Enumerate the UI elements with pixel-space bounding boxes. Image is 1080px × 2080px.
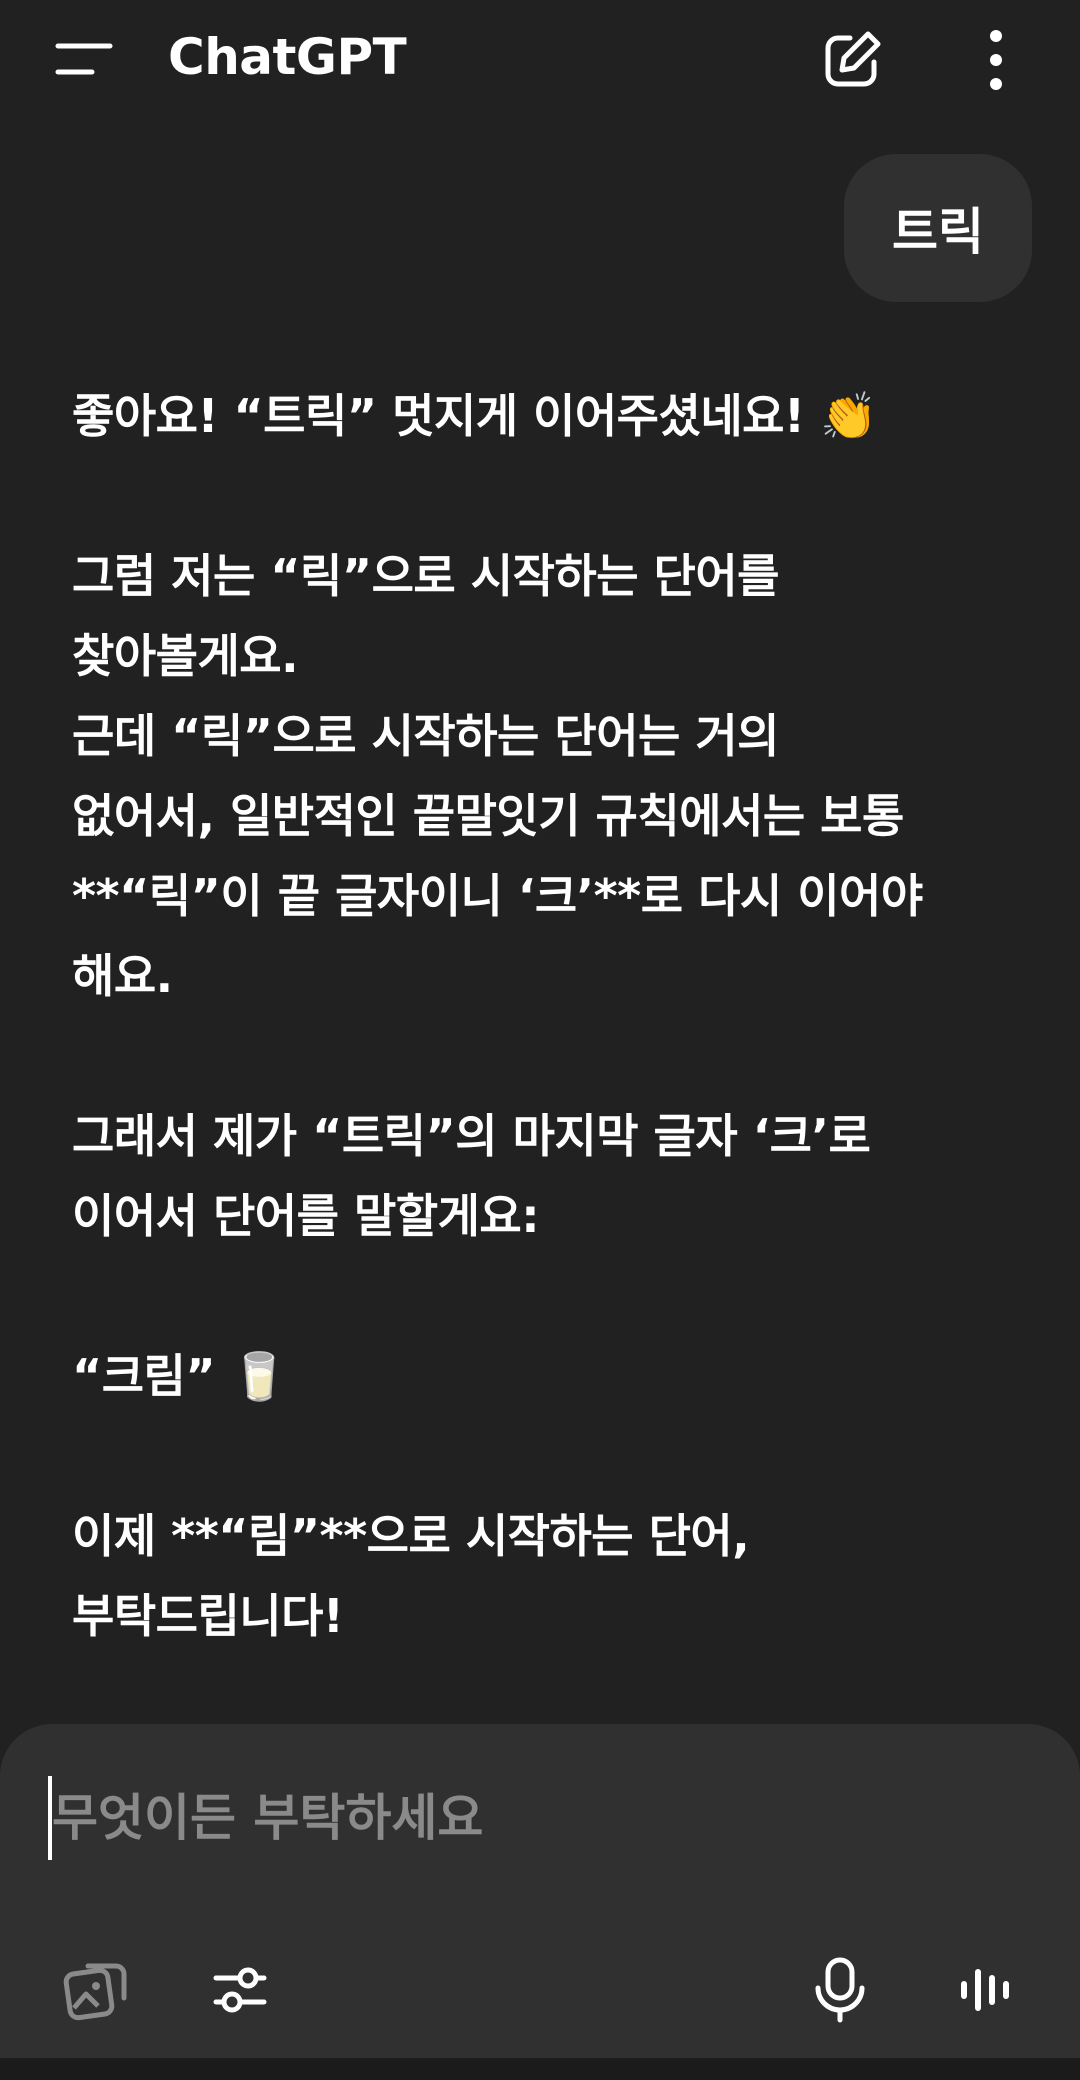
image-gallery-icon — [63, 1963, 127, 2021]
assistant-line: 부탁드립니다! — [72, 1589, 344, 1643]
assistant-paragraph: “크림” 🥛 — [72, 1349, 288, 1403]
vertical-dots-icon — [990, 30, 1002, 90]
assistant-line: 근데 “릭”으로 시작하는 단어는 거의 — [72, 709, 780, 763]
top-app-bar: ChatGPT — [0, 0, 1080, 120]
edit-pencil-icon — [825, 31, 881, 87]
more-options-button[interactable] — [964, 24, 1028, 96]
sliders-settings-icon — [213, 1967, 267, 2013]
assistant-line: 찾아볼게요. — [72, 629, 299, 683]
voice-dictation-button[interactable] — [800, 1950, 880, 2030]
voice-mode-button[interactable] — [946, 1950, 1026, 2030]
microphone-icon — [815, 1957, 865, 2023]
system-navigation-bar — [0, 2058, 1080, 2080]
assistant-line: 그럼 저는 “릭”으로 시작하는 단어를 — [72, 549, 780, 603]
assistant-line: 이제 **“림”**으로 시작하는 단어, — [72, 1509, 750, 1563]
voice-waveform-icon — [961, 1969, 1009, 2011]
assistant-line: 해요. — [72, 949, 173, 1003]
attach-image-button[interactable] — [56, 1950, 136, 2030]
user-message-text: 트릭 — [892, 203, 984, 261]
assistant-paragraph: 좋아요! “트릭” 멋지게 이어주셨네요! 👏 — [72, 389, 877, 443]
message-composer: 무엇이든 부탁하세요 — [0, 1724, 1080, 2080]
assistant-message: 좋아요! “트릭” 멋지게 이어주셨네요! 👏 그럼 저는 “릭”으로 시작하는… — [72, 376, 1032, 1656]
tools-settings-button[interactable] — [200, 1950, 280, 2030]
assistant-line: **“릭”이 끝 글자이니 ‘크’**로 다시 이어야 — [72, 869, 923, 923]
new-chat-button[interactable] — [816, 24, 888, 96]
app-title: ChatGPT — [168, 28, 407, 86]
menu-button[interactable] — [40, 28, 130, 92]
hamburger-menu-icon — [55, 43, 113, 75]
assistant-line: 이어서 단어를 말할게요: — [72, 1189, 540, 1243]
assistant-line: 없어서, 일반적인 끝말잇기 규칙에서는 보통 — [72, 789, 904, 843]
assistant-line: 그래서 제가 “트릭”의 마지막 글자 ‘크’로 — [72, 1109, 871, 1163]
message-input[interactable]: 무엇이든 부탁하세요 — [52, 1780, 483, 1856]
user-message-bubble: 트릭 — [844, 154, 1032, 302]
